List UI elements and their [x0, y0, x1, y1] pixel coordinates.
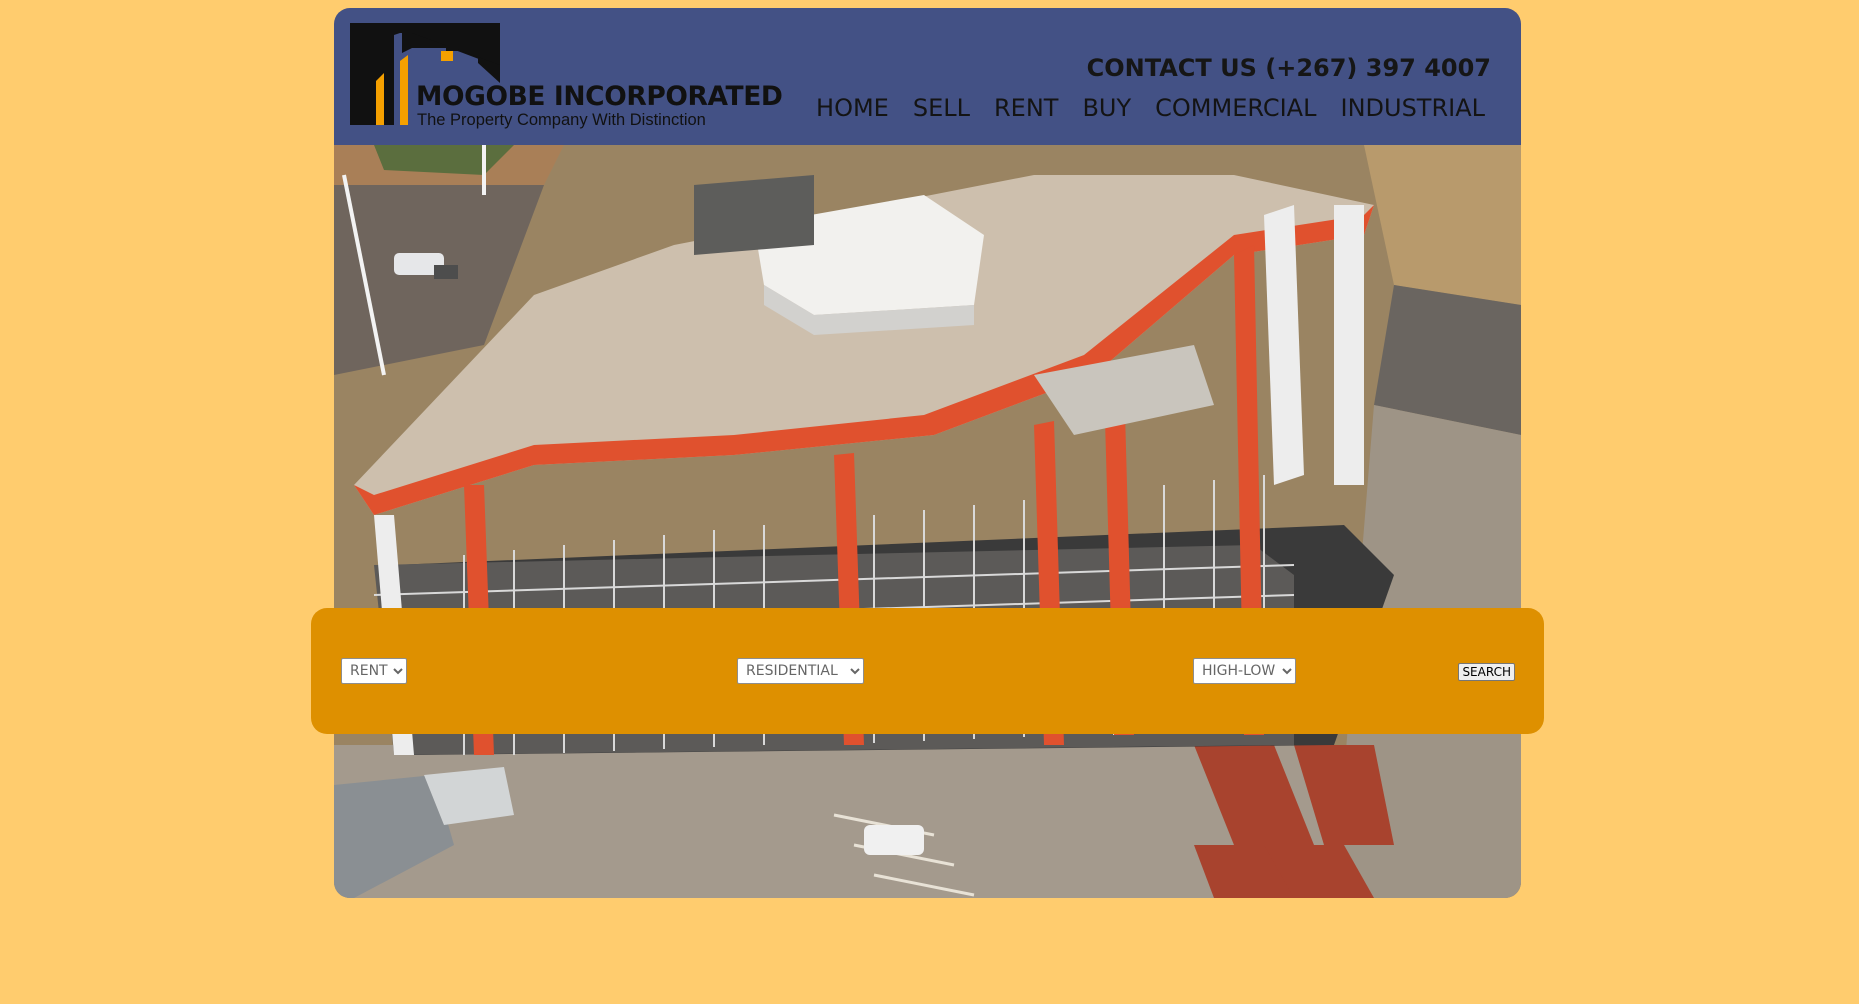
hero-image	[334, 145, 1521, 898]
nav-item-buy: BUY	[1082, 94, 1131, 122]
property-search-bar: RENT RESIDENTIAL HIGH-LOW SEARCH	[311, 608, 1544, 734]
nav-link-commercial[interactable]: COMMERCIAL	[1155, 94, 1316, 122]
nav-link-buy[interactable]: BUY	[1082, 94, 1131, 122]
nav-item-home: HOME	[816, 94, 889, 122]
brand-tagline: The Property Company With Distinction	[417, 111, 706, 129]
listing-type-select[interactable]: RENT	[341, 658, 407, 684]
search-button[interactable]: SEARCH	[1458, 663, 1515, 681]
site-header: MOGOBE INCORPORATED The Property Company…	[334, 8, 1521, 145]
aerial-building-photo	[334, 145, 1521, 898]
nav-item-commercial: COMMERCIAL	[1155, 94, 1316, 122]
nav-item-rent: RENT	[994, 94, 1058, 122]
sort-order-select[interactable]: HIGH-LOW	[1193, 658, 1296, 684]
main-nav: HOME SELL RENT BUY COMMERCIAL INDUSTRIAL	[816, 94, 1485, 122]
property-category-select[interactable]: RESIDENTIAL	[737, 658, 864, 684]
logo-text: MOGOBE INCORPORATED The Property Company…	[416, 81, 783, 130]
nav-link-industrial[interactable]: INDUSTRIAL	[1340, 94, 1485, 122]
nav-item-sell: SELL	[913, 94, 970, 122]
nav-link-rent[interactable]: RENT	[994, 94, 1058, 122]
site-container: MOGOBE INCORPORATED The Property Company…	[334, 8, 1521, 898]
nav-item-industrial: INDUSTRIAL	[1340, 94, 1485, 122]
nav-link-sell[interactable]: SELL	[913, 94, 970, 122]
contact-phone[interactable]: CONTACT US (+267) 397 4007	[1087, 54, 1491, 82]
brand-name: MOGOBE INCORPORATED	[416, 81, 783, 112]
logo-link[interactable]: MOGOBE INCORPORATED The Property Company…	[350, 23, 783, 136]
nav-link-home[interactable]: HOME	[816, 94, 889, 122]
